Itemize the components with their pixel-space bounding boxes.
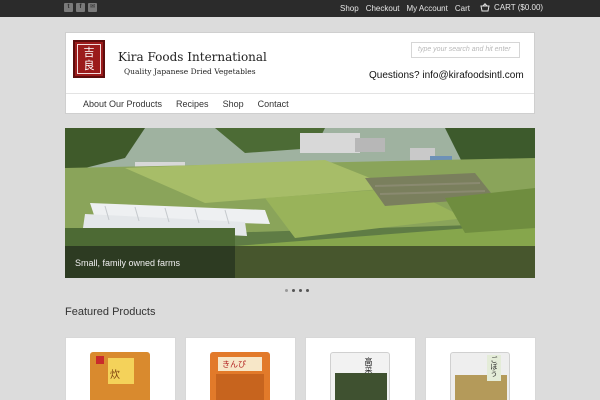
product-image-3: 高菜 xyxy=(330,352,390,400)
social-links: t f ✉ xyxy=(64,3,97,12)
site-logo[interactable]: 吉 良 xyxy=(73,40,105,78)
product-image-1: 炊 xyxy=(90,352,150,400)
hero-slider[interactable]: Small, family owned farms xyxy=(65,128,535,278)
cart-total: CART ($0.00) xyxy=(494,3,544,12)
logo-glyph-top: 吉 xyxy=(83,46,95,59)
slider-pagination xyxy=(285,289,309,292)
slide-caption-bar: Small, family owned farms xyxy=(65,246,535,278)
site-header: 吉 良 Kira Foods International Quality Jap… xyxy=(65,32,535,114)
product-label-1: 炊 xyxy=(110,370,120,381)
search-input[interactable]: type your search and hit enter xyxy=(411,42,520,58)
top-nav-my-account[interactable]: My Account xyxy=(406,4,447,13)
product-image-4: ごぼう xyxy=(450,352,510,400)
slider-dot-3[interactable] xyxy=(299,289,302,292)
contact-email[interactable]: Questions? info@kirafoodsintl.com xyxy=(369,70,524,81)
product-card-1[interactable]: 炊 xyxy=(65,337,176,400)
top-bar: t f ✉ Shop Checkout My Account Cart CART… xyxy=(0,0,600,17)
nav-recipes[interactable]: Recipes xyxy=(176,99,209,109)
product-label-3: 高菜 xyxy=(364,357,373,373)
email-icon[interactable]: ✉ xyxy=(88,3,97,12)
top-nav: Shop Checkout My Account Cart xyxy=(340,4,470,13)
nav-contact[interactable]: Contact xyxy=(258,99,289,109)
cart-link[interactable]: CART ($0.00) xyxy=(480,3,543,12)
slider-dot-4[interactable] xyxy=(306,289,309,292)
slide-caption: Small, family owned farms xyxy=(75,258,181,268)
shopping-basket-icon xyxy=(480,3,490,12)
slider-dot-1[interactable] xyxy=(285,289,288,292)
logo-mark: 吉 良 xyxy=(77,44,101,74)
product-card-2[interactable]: きんぴ xyxy=(185,337,296,400)
top-nav-shop[interactable]: Shop xyxy=(340,4,359,13)
twitter-icon[interactable]: t xyxy=(64,3,73,12)
brand-name[interactable]: Kira Foods International xyxy=(118,50,267,64)
product-card-3[interactable]: 高菜 xyxy=(305,337,416,400)
nav-shop[interactable]: Shop xyxy=(223,99,244,109)
logo-glyph-bottom: 良 xyxy=(83,59,95,72)
facebook-icon[interactable]: f xyxy=(76,3,85,12)
product-image-2: きんぴ xyxy=(210,352,270,400)
brand-tagline: Quality Japanese Dried Vegetables xyxy=(124,67,256,76)
slider-dot-2[interactable] xyxy=(292,289,295,292)
featured-products-title: Featured Products xyxy=(65,306,156,318)
top-nav-checkout[interactable]: Checkout xyxy=(366,4,400,13)
product-label-2: きんぴ xyxy=(222,360,246,369)
product-label-4: ごぼう xyxy=(490,356,498,377)
top-nav-cart[interactable]: Cart xyxy=(455,4,470,13)
nav-about-our-products[interactable]: About Our Products xyxy=(83,99,162,109)
main-nav: About Our Products Recipes Shop Contact xyxy=(66,93,534,114)
product-card-4[interactable]: ごぼう xyxy=(425,337,536,400)
